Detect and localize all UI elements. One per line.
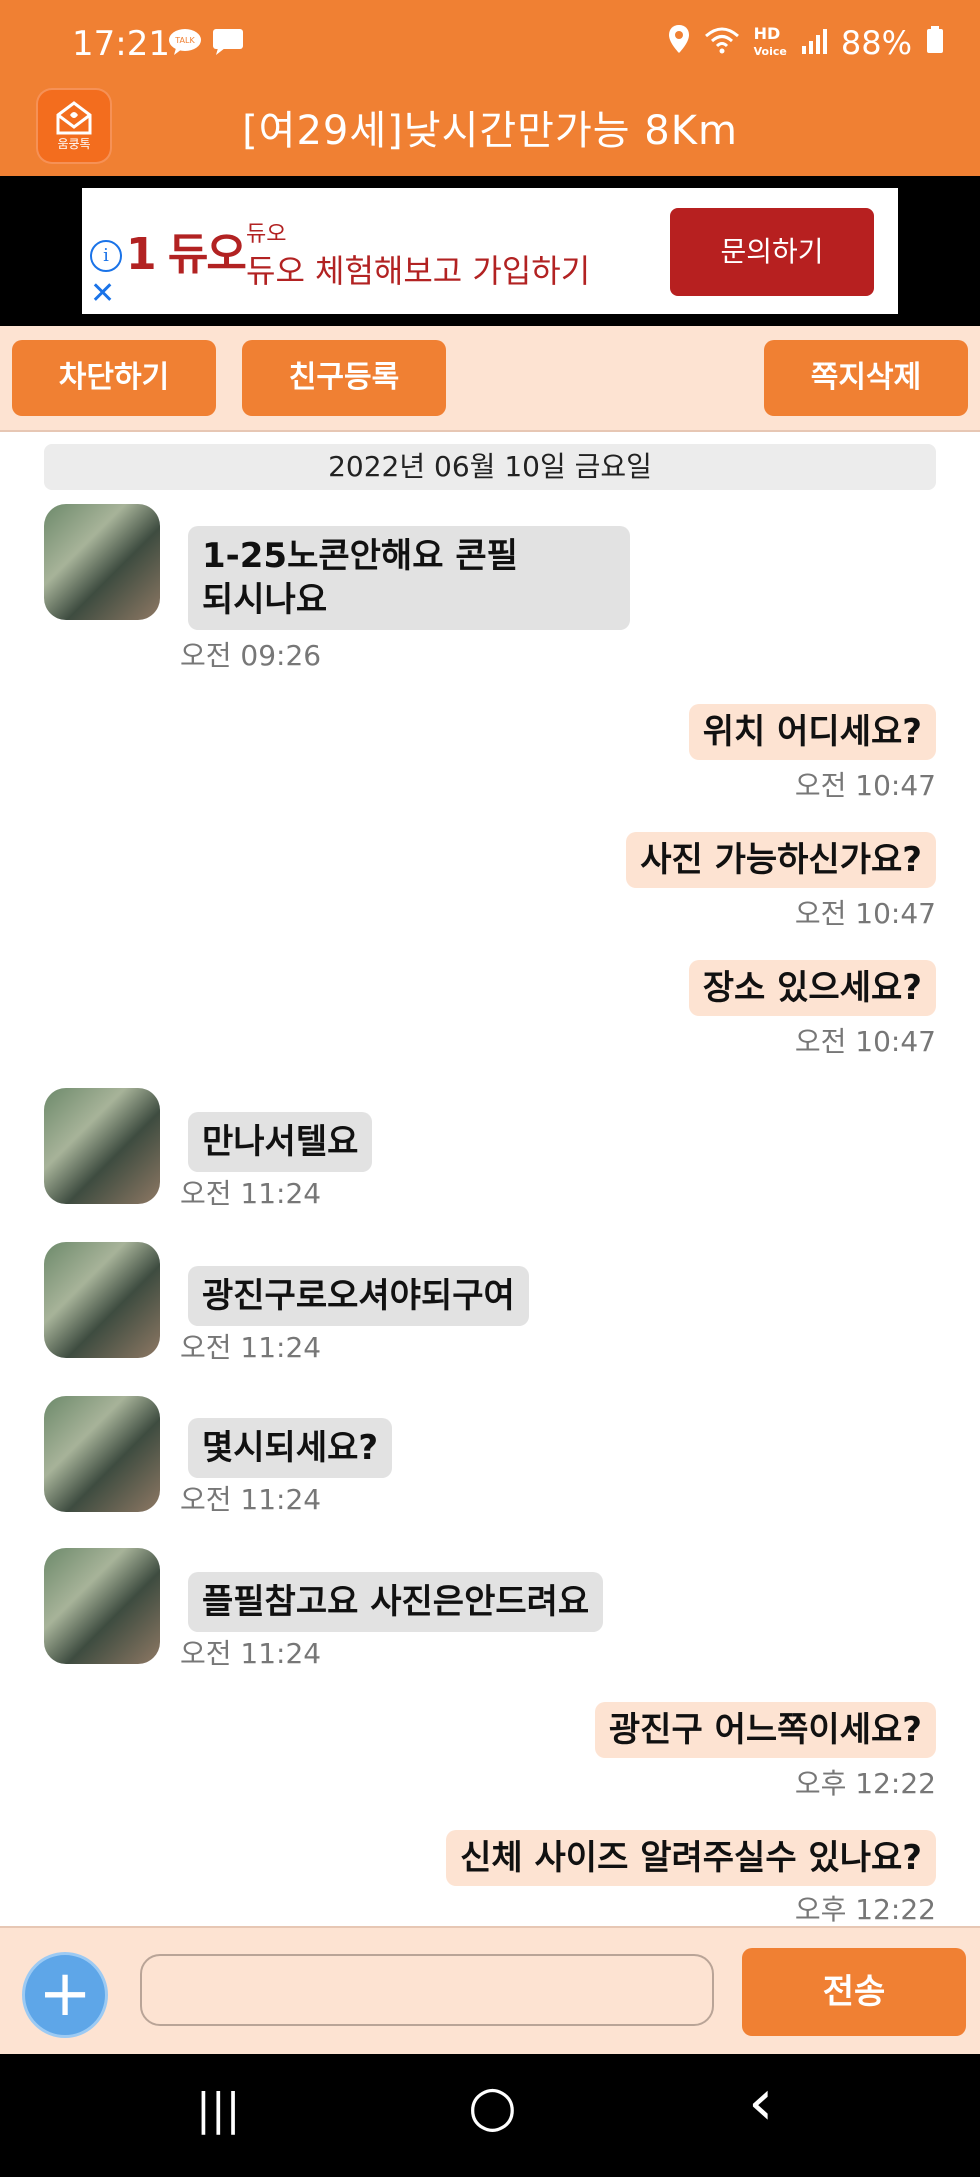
message-bubble: 몇시되세요? [188,1418,393,1478]
add-friend-button[interactable]: 친구등록 [242,340,446,416]
system-nav-bar: ||| ○ ‹ [0,2054,980,2177]
date-divider: 2022년 06월 10일 금요일 [44,444,936,490]
app-bar: 움쿵톡 [여29세]낮시간만가능 8Km [0,80,980,176]
message-time: 오전 11:24 [180,1637,322,1670]
status-right: HD Voice 88% [668,24,944,62]
back-icon[interactable]: ‹ [748,2066,774,2140]
message-time: 오전 11:24 [180,1483,322,1516]
message-bubble: 위치 어디세요? [688,704,936,760]
message-time: 오전 10:47 [794,897,936,930]
location-icon [668,24,690,62]
ad-close-icon[interactable]: ✕ [90,276,115,311]
chat-area[interactable]: 2022년 06월 10일 금요일 1-25노콘안해요 콘필 되시나요 오전 0… [0,432,980,1926]
ad-info-icon[interactable]: i [90,240,122,272]
hd-voice-icon: HD Voice [753,24,787,59]
wifi-icon [704,24,740,62]
ad-headline: 듀오 체험해보고 가입하기 [246,252,591,290]
message-bubble: 사진 가능하신가요? [626,832,936,888]
message-bubble: 1-25노콘안해요 콘필 되시나요 [188,526,630,630]
message-icon [212,28,244,60]
message-text: 1-25노콘안해요 콘필 [202,536,518,576]
status-time: 17:21 [72,24,170,64]
ad-cta-button[interactable]: 문의하기 [670,208,874,296]
delete-note-button[interactable]: 쪽지삭제 [764,340,968,416]
avatar[interactable] [44,1242,160,1358]
send-button[interactable]: 전송 [742,1948,966,2036]
ad-banner: i ✕ 1 듀오 듀오 듀오 체험해보고 가입하기 문의하기 [0,176,980,326]
message-time: 오후 12:22 [794,1767,936,1800]
battery-percent: 88% [840,24,912,62]
message-time: 오전 10:47 [794,769,936,802]
message-time: 오전 11:24 [180,1177,322,1210]
battery-icon [926,24,944,62]
recent-apps-icon[interactable]: ||| [196,2084,240,2144]
message-text: 되시나요 [202,580,328,620]
block-button[interactable]: 차단하기 [12,340,216,416]
action-bar: 차단하기 친구등록 쪽지삭제 [0,326,980,432]
signal-icon [801,24,827,62]
message-bubble: 광진구로오셔야되구여 [188,1266,529,1326]
ad-box[interactable]: i ✕ 1 듀오 듀오 듀오 체험해보고 가입하기 문의하기 [82,188,898,314]
home-icon[interactable]: ○ [468,2074,517,2139]
message-bubble: 광진구 어느쪽이세요? [594,1702,936,1758]
message-time: 오후 12:22 [794,1893,936,1926]
avatar[interactable] [44,1088,160,1204]
message-bubble: 신체 사이즈 알려주실수 있나요? [446,1830,936,1886]
status-bar: 17:21 TALK HD Voice 88% [0,0,980,92]
ad-brand-logo: 1 듀오 [126,229,247,280]
attach-plus-button[interactable]: + [22,1952,108,2038]
kakaotalk-icon: TALK [168,28,202,60]
page-title: [여29세]낮시간만가능 8Km [242,108,738,154]
input-bar: + 전송 [0,1926,980,2056]
message-bubble: 만나서텔요 [188,1112,373,1172]
svg-text:TALK: TALK [174,36,195,45]
message-input[interactable] [140,1954,714,2026]
avatar[interactable] [44,504,160,620]
message-time: 오전 10:47 [794,1025,936,1058]
message-time: 오전 11:24 [180,1331,322,1364]
avatar[interactable] [44,1396,160,1512]
ad-advertiser: 듀오 [246,222,287,247]
avatar[interactable] [44,1548,160,1664]
message-bubble: 장소 있으세요? [688,960,936,1016]
status-notifications: TALK [168,28,244,60]
message-time: 오전 09:26 [180,639,322,672]
message-bubble: 플필참고요 사진은안드려요 [188,1572,604,1632]
